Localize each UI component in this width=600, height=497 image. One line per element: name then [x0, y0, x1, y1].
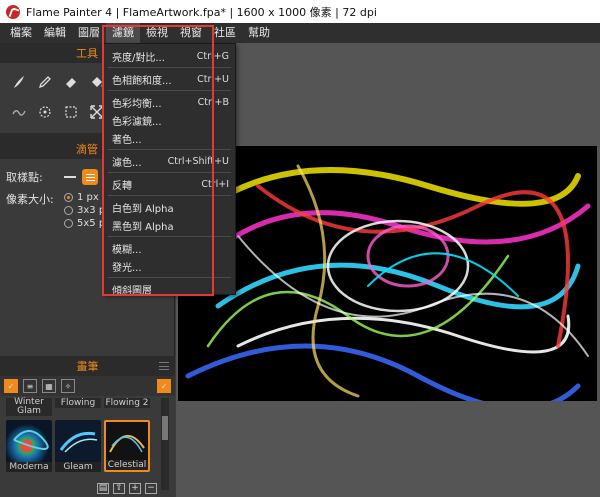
lasso-tool-icon[interactable] — [34, 101, 56, 123]
menu-item-screen[interactable]: 濾色... Ctrl+Shift+U — [104, 152, 235, 170]
menu-item-invert[interactable]: 反轉 Ctrl+I — [104, 175, 235, 193]
eyedropper-panel-title: 滴管 — [76, 143, 98, 156]
brush-panel: 畫筆 ✓ ≡ ▦ ✧ ✓ Winter Glam Flowing Flowing… — [0, 356, 175, 497]
menu-filter[interactable]: 濾鏡 — [106, 23, 140, 43]
brush-item-moderna[interactable]: Moderna — [6, 420, 52, 472]
brush-settings-icon[interactable]: ▤ — [97, 483, 109, 494]
brush-bottom-bar: ▤ ⇪ + − — [0, 483, 175, 497]
menu-help[interactable]: 幫助 — [242, 23, 276, 43]
brush-panel-title: 畫筆 — [76, 360, 99, 373]
filter-menu: 亮度/對比... Ctrl+G 色相飽和度... Ctrl+U 色彩均衡... Ctr… — [103, 43, 236, 298]
menu-item-tilt-layer[interactable]: 傾斜圖層 — [104, 280, 235, 298]
menu-item-color-balance[interactable]: 色彩均衡... Ctrl+B — [104, 93, 235, 111]
menu-item-colorize[interactable]: 著色... — [104, 129, 235, 147]
flame-artwork-image — [185, 164, 591, 401]
brush-view-grid-icon[interactable]: ✓ — [4, 379, 18, 393]
menu-layer[interactable]: 圖層 — [72, 23, 106, 43]
menu-view[interactable]: 檢視 — [140, 23, 174, 43]
select-rect-tool-icon[interactable] — [60, 101, 82, 123]
menu-community[interactable]: 社區 — [208, 23, 242, 43]
single-sample-icon[interactable] — [64, 176, 76, 178]
menu-item-brightness-contrast[interactable]: 亮度/對比... Ctrl+G — [104, 47, 235, 65]
brush-toolbar: ✓ ≡ ▦ ✧ ✓ — [0, 376, 175, 396]
tools-panel-title: 工具 — [76, 47, 98, 60]
menu-edit[interactable]: 編輯 — [38, 23, 72, 43]
brush-item-celestial[interactable]: Celestial — [104, 420, 150, 472]
menu-bar: 檔案 編輯 圖層 濾鏡 檢視 視窗 社區 幫助 — [0, 23, 600, 43]
brush-view-list-icon[interactable]: ≡ — [23, 379, 37, 393]
window-title: Flame Painter 4 | FlameArtwork.fpa* | 16… — [26, 5, 377, 19]
pen-tool-icon[interactable] — [34, 71, 56, 93]
brush-add-icon[interactable]: + — [129, 483, 141, 494]
menu-item-hue-saturation[interactable]: 色相飽和度... Ctrl+U — [104, 70, 235, 88]
multi-sample-button[interactable] — [82, 169, 98, 185]
title-bar: Flame Painter 4 | FlameArtwork.fpa* | 16… — [0, 0, 600, 23]
radio-icon — [64, 219, 73, 228]
brush-remove-icon[interactable]: − — [145, 483, 157, 494]
size-option-5x5[interactable]: 5x5 p — [64, 217, 105, 230]
menu-file[interactable]: 檔案 — [4, 23, 38, 43]
menu-item-white-to-alpha[interactable]: 白色到 Alpha — [104, 198, 235, 216]
size-option-3x3[interactable]: 3x3 p — [64, 204, 105, 217]
brush-item-flowing-2[interactable]: Flowing 2 — [104, 398, 150, 408]
menu-item-black-to-alpha[interactable]: 黑色到 Alpha — [104, 216, 235, 234]
smudge-tool-icon[interactable] — [8, 101, 30, 123]
brush-panel-header: 畫筆 — [0, 356, 175, 376]
menu-item-glow[interactable]: 發光... — [104, 257, 235, 275]
radio-icon — [64, 206, 73, 215]
sample-point-label: 取樣點: — [6, 171, 43, 184]
pixel-size-label: 像素大小: — [6, 193, 54, 206]
brush-view-compact-icon[interactable]: ▦ — [42, 379, 56, 393]
brush-item-winter-glam[interactable]: Winter Glam — [6, 398, 52, 416]
gleam-preview-icon — [59, 431, 98, 453]
moderna-preview-icon — [13, 430, 49, 450]
menu-item-color-filter[interactable]: 色彩濾鏡... — [104, 111, 235, 129]
brush-import-icon[interactable]: ⇪ — [113, 483, 125, 494]
celestial-preview-icon — [109, 435, 145, 453]
eraser-tool-icon[interactable] — [60, 71, 82, 93]
app-logo-icon — [6, 4, 20, 19]
menu-item-blur[interactable]: 模糊... — [104, 239, 235, 257]
menu-window[interactable]: 視窗 — [174, 23, 208, 43]
panel-menu-icon[interactable] — [159, 362, 169, 370]
brush-item-gleam[interactable]: Gleam — [55, 420, 101, 472]
radio-checked-icon — [64, 193, 73, 202]
brush-item-flowing[interactable]: Flowing — [55, 398, 101, 408]
size-option-1px[interactable]: 1 px — [64, 191, 105, 204]
brush-sparkle-icon[interactable]: ✧ — [61, 379, 75, 393]
artwork-canvas[interactable] — [178, 146, 597, 401]
brush-grid: Winter Glam Flowing Flowing 2 Moderna Gl… — [0, 396, 175, 490]
brush-scrollbar[interactable] — [161, 398, 169, 490]
brush-favorite-icon[interactable]: ✓ — [157, 379, 171, 393]
flame-brush-tool-icon[interactable] — [8, 71, 30, 93]
